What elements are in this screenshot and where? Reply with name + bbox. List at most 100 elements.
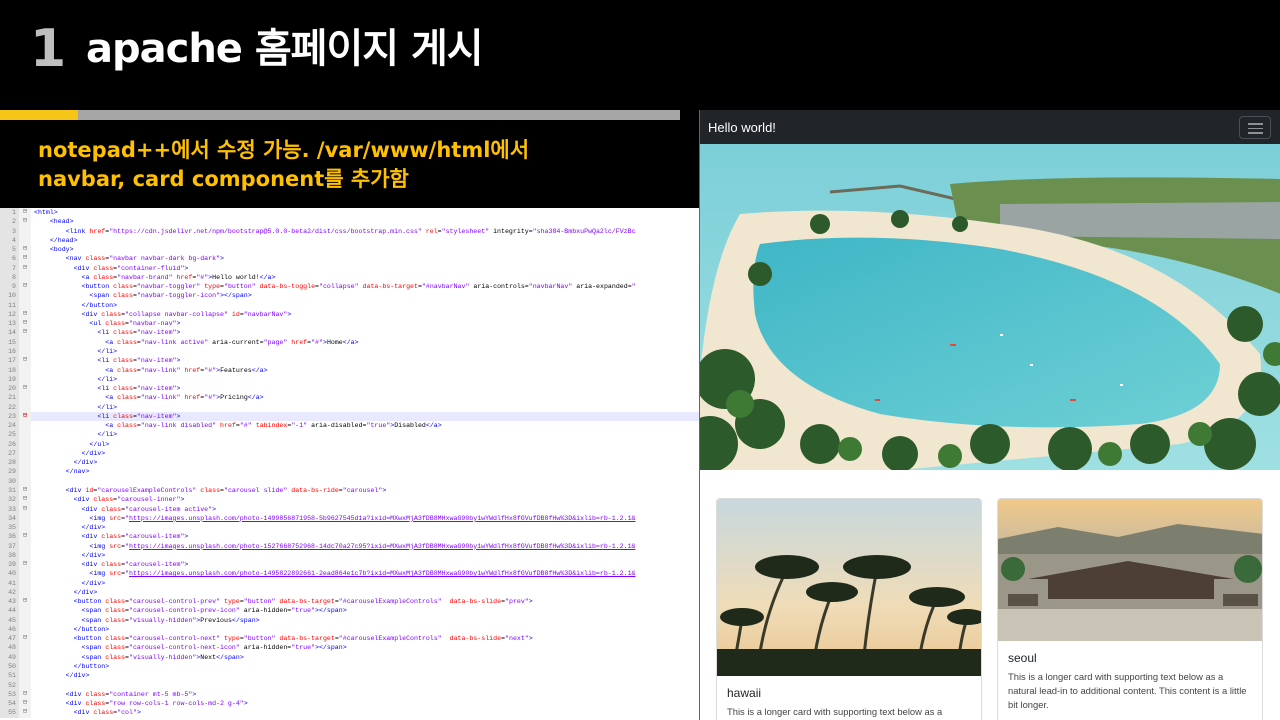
code-line[interactable]: 2 ⊟ <head>: [0, 217, 699, 227]
code-text: <button class="carousel-control-next" ty…: [73, 635, 533, 643]
code-line[interactable]: 4 </head>: [0, 235, 699, 246]
fold-toggle-icon[interactable]: ⊟: [19, 689, 31, 700]
code-text: <img src="https://images.unsplash.com/ph…: [89, 570, 636, 578]
code-line[interactable]: 31 ⊟ <div id="carouselExampleControls" cl…: [0, 485, 699, 496]
fold-toggle-icon[interactable]: ⊟: [19, 384, 31, 394]
fold-toggle-icon[interactable]: ⊟: [19, 217, 31, 227]
code-line[interactable]: 33 ⊟ <div class="carousel-item active">: [0, 504, 699, 514]
code-line[interactable]: 23 ⊟ <li class="nav-item">: [0, 411, 699, 422]
code-line[interactable]: 34 <img src="https://images.unsplash.com…: [0, 513, 699, 524]
code-line[interactable]: 48 <span class="carousel-control-next-ic…: [0, 643, 699, 653]
code-line[interactable]: 54 ⊟ <div class="row row-cols-1 row-cols-…: [0, 699, 699, 709]
fold-toggle-icon[interactable]: ⊟: [19, 263, 31, 273]
code-line[interactable]: 5 ⊟ <body>: [0, 245, 699, 255]
fold-toggle-icon[interactable]: ⊟: [19, 597, 31, 607]
fold-toggle-icon[interactable]: ⊟: [19, 532, 31, 542]
card-hawaii-image: [717, 499, 981, 676]
fold-toggle-icon[interactable]: ⊟: [19, 319, 31, 329]
code-line[interactable]: 30: [0, 476, 699, 486]
fold-toggle-icon[interactable]: ⊟: [19, 356, 31, 366]
fold-margin: [19, 550, 31, 561]
fold-toggle-icon[interactable]: ⊟: [19, 495, 31, 505]
fold-toggle-icon[interactable]: ⊟: [19, 485, 31, 496]
fold-toggle-icon[interactable]: ⊟: [19, 282, 31, 292]
code-line[interactable]: 16 </li>: [0, 346, 699, 357]
code-line[interactable]: 28 </div>: [0, 458, 699, 468]
code-line[interactable]: 44 <span class="carousel-control-prev-ic…: [0, 606, 699, 616]
card-seoul[interactable]: seoul This is a longer card with support…: [997, 498, 1263, 720]
code-line[interactable]: 15 <a class="nav-link active" aria-curre…: [0, 337, 699, 347]
code-line[interactable]: 25 </li>: [0, 430, 699, 440]
code-line[interactable]: 53 ⊟ <div class="container mt-5 mb-5">: [0, 689, 699, 700]
code-line[interactable]: 49 <span class="visually-hidden">Next</s…: [0, 652, 699, 663]
code-line[interactable]: 45 <span class="visually-hidden">Previou…: [0, 615, 699, 625]
fold-toggle-icon[interactable]: ⊟: [19, 634, 31, 644]
fold-margin: [19, 476, 31, 486]
code-line[interactable]: 43 ⊟ <button class="carousel-control-prev…: [0, 597, 699, 607]
code-line[interactable]: 38 </div>: [0, 550, 699, 561]
code-line[interactable]: 21 <a class="nav-link" href="#">Pricing<…: [0, 393, 699, 403]
code-line[interactable]: 10 <span class="navbar-toggler-icon"></s…: [0, 291, 699, 301]
fold-toggle-icon[interactable]: ⊟: [19, 309, 31, 320]
code-line[interactable]: 9 ⊟ <button class="navbar-toggler" type="…: [0, 282, 699, 292]
code-line[interactable]: 51 </div>: [0, 671, 699, 681]
fold-toggle-icon[interactable]: ⊟: [19, 411, 31, 422]
line-number: 6: [0, 254, 19, 264]
code-line[interactable]: 29 </nav>: [0, 467, 699, 477]
code-line[interactable]: 22 </li>: [0, 402, 699, 412]
code-line[interactable]: 20 ⊟ <li class="nav-item">: [0, 384, 699, 394]
code-line[interactable]: 14 ⊟ <li class="nav-item">: [0, 328, 699, 338]
code-text: <a class="nav-link" href="#">Features</a…: [105, 366, 268, 374]
fold-toggle-icon[interactable]: ⊟: [19, 328, 31, 338]
line-number: 49: [0, 652, 19, 663]
code-line[interactable]: 6 ⊟ <nav class="navbar navbar-dark bg-dar…: [0, 254, 699, 264]
fold-toggle-icon[interactable]: ⊟: [19, 504, 31, 514]
fold-toggle-icon[interactable]: ⊟: [19, 254, 31, 264]
code-text: <div class="carousel-inner">: [73, 496, 185, 504]
code-line[interactable]: 26 </ul>: [0, 439, 699, 449]
carousel-image[interactable]: [700, 144, 1280, 470]
fold-toggle-icon[interactable]: ⊟: [19, 208, 31, 218]
palm-trees-image: [717, 499, 981, 676]
code-line[interactable]: 7 ⊟ <div class="container-fluid">: [0, 263, 699, 273]
code-line[interactable]: 8 <a class="navbar-brand" href="#">Hello…: [0, 272, 699, 283]
code-line[interactable]: 3 <link href="https://cdn.jsdelivr.net/n…: [0, 226, 699, 236]
code-line[interactable]: 32 ⊟ <div class="carousel-inner">: [0, 495, 699, 505]
line-number: 10: [0, 291, 19, 301]
code-line[interactable]: 27 </div>: [0, 448, 699, 459]
code-line[interactable]: 47 ⊟ <button class="carousel-control-next…: [0, 634, 699, 644]
navbar-toggler-button[interactable]: [1239, 116, 1271, 139]
code-editor[interactable]: 1 ⊟ <html> 2 ⊟ <head> 3 <link href="https://c…: [0, 208, 699, 720]
fold-toggle-icon[interactable]: ⊟: [19, 245, 31, 255]
code-line[interactable]: 46 </button>: [0, 624, 699, 635]
code-text: </div>: [65, 672, 90, 680]
code-line[interactable]: 55 ⊟ <div class="col">: [0, 708, 699, 718]
code-line[interactable]: 19 </li>: [0, 374, 699, 385]
fold-toggle-icon[interactable]: ⊟: [19, 699, 31, 709]
code-text: <li class="nav-item">: [97, 412, 181, 420]
code-line[interactable]: 11 </button>: [0, 300, 699, 310]
navbar-brand[interactable]: Hello world!: [708, 119, 776, 136]
code-line[interactable]: 12 ⊟ <div class="collapse navbar-collapse…: [0, 309, 699, 320]
code-line[interactable]: 35 </div>: [0, 523, 699, 533]
fold-toggle-icon[interactable]: ⊟: [19, 708, 31, 718]
card-hawaii[interactable]: hawaii This is a longer card with suppor…: [716, 498, 982, 720]
code-line[interactable]: 1 ⊟ <html>: [0, 208, 699, 218]
code-line[interactable]: 40 <img src="https://images.unsplash.com…: [0, 569, 699, 579]
code-line[interactable]: 36 ⊟ <div class="carousel-item">: [0, 532, 699, 542]
code-line[interactable]: 24 <a class="nav-link disabled" href="#"…: [0, 421, 699, 431]
code-line[interactable]: 18 <a class="nav-link" href="#">Features…: [0, 365, 699, 375]
code-line[interactable]: 42 </div>: [0, 587, 699, 598]
line-number: 37: [0, 541, 19, 551]
code-line[interactable]: 41 </div>: [0, 578, 699, 588]
code-text: </div>: [73, 588, 98, 596]
fold-toggle-icon[interactable]: ⊟: [19, 560, 31, 570]
code-line[interactable]: 37 <img src="https://images.unsplash.com…: [0, 541, 699, 551]
line-number: 32: [0, 495, 19, 505]
code-line[interactable]: 52: [0, 680, 699, 690]
code-line[interactable]: 50 </button>: [0, 662, 699, 672]
code-line[interactable]: 13 ⊟ <ul class="navbar-nav">: [0, 319, 699, 329]
code-line[interactable]: 17 ⊟ <li class="nav-item">: [0, 356, 699, 366]
code-line[interactable]: 39 ⊟ <div class="carousel-item">: [0, 560, 699, 570]
line-number: 16: [0, 346, 19, 357]
